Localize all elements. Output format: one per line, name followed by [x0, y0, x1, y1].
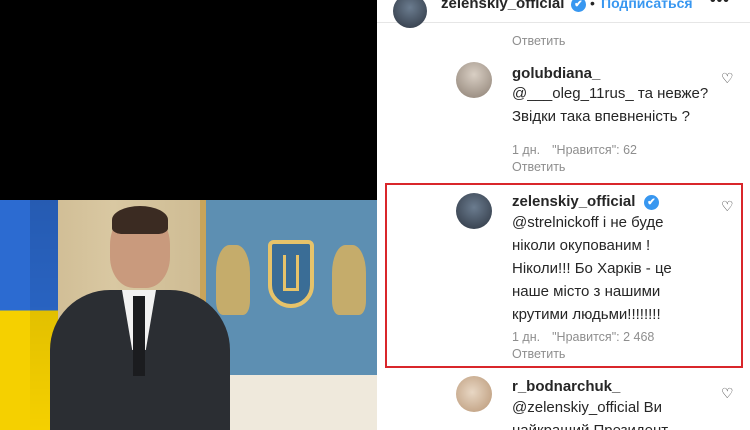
comment-line: @strelnickoff і не буде	[512, 214, 664, 231]
comment-time: 1 дн.	[512, 143, 541, 157]
comment-meta: 1 дн. "Нравится": 2 468	[512, 330, 654, 344]
cossack-figure	[332, 245, 366, 315]
lion-figure	[216, 245, 250, 315]
verified-icon: ✔	[644, 195, 659, 210]
commenter-avatar[interactable]	[456, 376, 492, 412]
comment-line: найкращий Президент	[512, 419, 668, 430]
comment-username[interactable]: zelenskiy_official	[512, 193, 635, 210]
comment-time: 1 дн.	[512, 330, 541, 344]
follow-button[interactable]: Подписаться	[601, 0, 693, 11]
more-options-icon[interactable]: •••	[710, 0, 730, 10]
header-username[interactable]: zelenskiy_official	[441, 0, 564, 12]
speaker-hair	[112, 206, 168, 234]
commenter-avatar[interactable]	[456, 193, 492, 229]
comment-text: @zelenskiy_official Ви найкращий Президе…	[512, 396, 668, 430]
like-heart-icon[interactable]: ♡	[721, 70, 734, 87]
video-frame[interactable]	[0, 200, 377, 430]
comment-likes[interactable]: "Нравится": 62	[552, 143, 637, 157]
comment-meta: 1 дн. "Нравится": 62	[512, 143, 637, 157]
comment-line: @zelenskiy_official Ви	[512, 399, 663, 416]
comment-line: Ніколи!!! Бо Харків - це	[512, 260, 672, 277]
comment-line: наше місто з нашими	[512, 283, 661, 300]
comments-pane[interactable]: zelenskiy_official ✔ • Подписаться ••• О…	[377, 0, 750, 430]
video-pane[interactable]	[0, 0, 377, 430]
reply-button[interactable]: Ответить	[512, 34, 565, 48]
like-heart-icon[interactable]: ♡	[721, 198, 734, 215]
comment-username[interactable]: r_bodnarchuk_	[512, 378, 620, 395]
reply-button[interactable]: Ответить	[512, 160, 565, 174]
header-avatar[interactable]	[393, 0, 427, 28]
comment-line: ніколи окупованим !	[512, 237, 651, 254]
header-separator: •	[590, 0, 595, 11]
comment-text: @___oleg_11rus_ та невже? Звідки така вп…	[512, 82, 708, 128]
comment-line: Звідки така впевненість ?	[512, 108, 691, 125]
comment-text: @strelnickoff і не буде ніколи окуповани…	[512, 211, 672, 326]
commenter-avatar[interactable]	[456, 62, 492, 98]
trident-figure	[283, 255, 299, 291]
comment-line: крутими людьми!!!!!!!!	[512, 306, 661, 323]
comment-likes[interactable]: "Нравится": 2 468	[552, 330, 654, 344]
reply-button[interactable]: Ответить	[512, 347, 565, 361]
comment-username[interactable]: golubdiana_	[512, 65, 600, 82]
comment-line: @___oleg_11rus_ та невже?	[512, 85, 709, 102]
like-heart-icon[interactable]: ♡	[721, 385, 734, 402]
speaker-tie	[133, 296, 145, 376]
